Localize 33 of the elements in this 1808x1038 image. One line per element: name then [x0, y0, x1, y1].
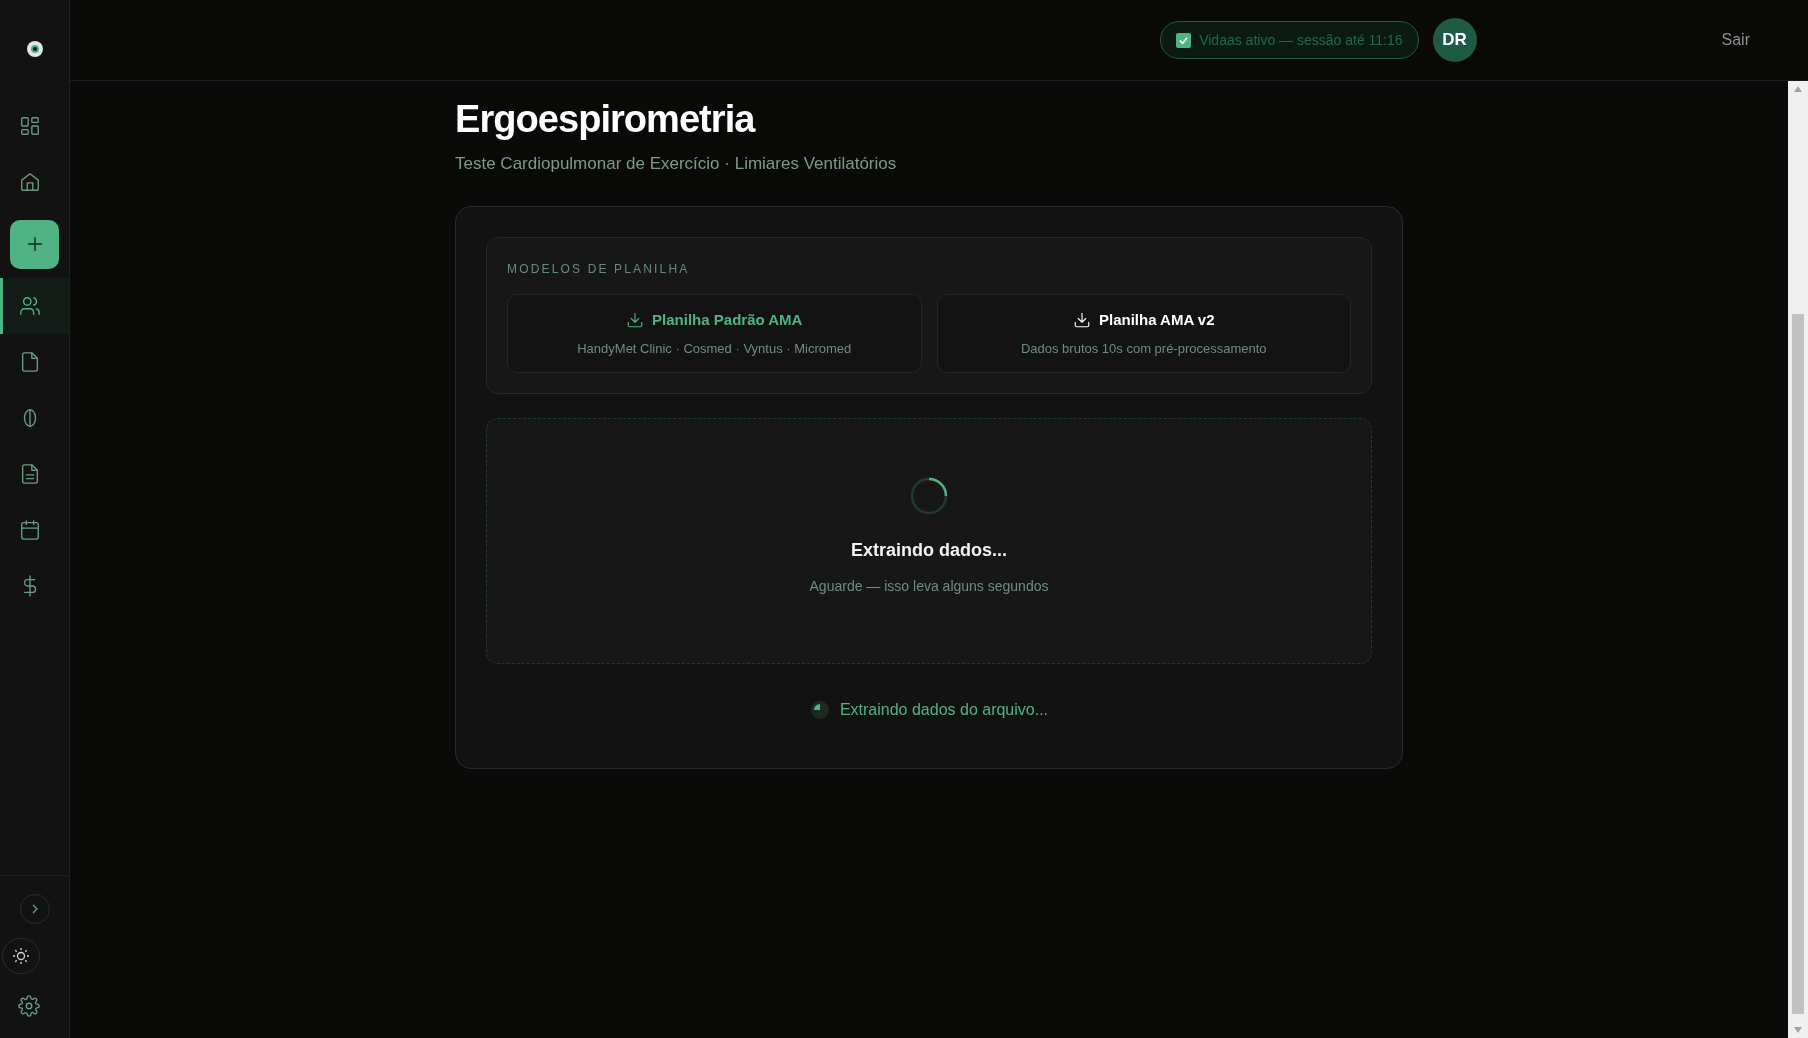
nav-item[interactable] — [0, 278, 69, 334]
logo-icon — [25, 40, 44, 58]
users-icon — [19, 295, 41, 317]
loading-title: Extraindo dados... — [851, 539, 1007, 563]
progress-spinner-icon — [809, 700, 830, 721]
home-icon — [18, 171, 41, 193]
settings-icon — [18, 995, 40, 1017]
page-title: Ergoespirometria — [455, 97, 757, 142]
section-heading: MODELOS DE PLANILHA — [507, 261, 691, 279]
chevron-right-icon — [30, 903, 40, 915]
template-description: Dados brutos 10s com pré-processamento — [1020, 340, 1267, 359]
session-badge: Vidaas ativo — sessão até 11:16 — [1160, 21, 1419, 59]
calendar-icon — [18, 519, 41, 541]
download-icon — [1072, 310, 1091, 329]
template-description: HandyMet Clinic · Cosmed · Vyntus · Micromed — [577, 340, 852, 359]
user-avatar[interactable]: DR — [1432, 18, 1477, 62]
template-title: Planilha Padrão AMA — [652, 309, 803, 330]
loading-message: Aguarde — isso leva alguns segundos — [809, 577, 1049, 597]
scrollbar[interactable] — [1788, 81, 1808, 1038]
template-download-button[interactable]: Planilha AMA v2 Dados brutos 10s com pré-processamento — [936, 294, 1351, 374]
template-title: Planilha AMA v2 — [1098, 309, 1215, 330]
logout-link[interactable]: Sair — [1721, 28, 1750, 52]
add-button[interactable] — [10, 219, 59, 269]
download-icon — [626, 310, 645, 329]
template-download-button[interactable]: Planilha Padrão AMA HandyMet Clinic · Cosmed · Vyntus · Micromed — [507, 294, 922, 374]
grid-icon — [18, 115, 41, 137]
sun-icon — [12, 947, 30, 965]
page-subtitle: Teste Cardiopulmonar de Exercício · Limiares Ventilatórios — [455, 152, 898, 175]
scroll-down-icon[interactable] — [1793, 1026, 1803, 1034]
scroll-up-icon[interactable] — [1793, 85, 1803, 93]
status-text: Extraindo dados do arquivo... — [839, 700, 1049, 721]
loading-spinner — [910, 477, 948, 516]
settings-button[interactable] — [17, 994, 41, 1018]
